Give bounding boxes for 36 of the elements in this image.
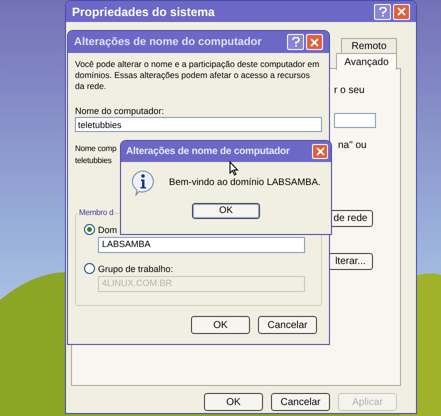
close-button[interactable] (306, 34, 323, 50)
dialog-title: Alterações de nome de computador (126, 145, 291, 159)
radio-label: Dom (98, 224, 118, 236)
tab[interactable]: Avançado (336, 53, 397, 70)
help-icon (292, 37, 300, 47)
radio-label: Grupo de trabalho: (98, 262, 174, 274)
field-label: Nome comp (75, 143, 116, 155)
change-button[interactable]: lterar... (328, 253, 373, 270)
close-button[interactable] (393, 4, 410, 20)
close-icon (397, 7, 406, 16)
tab[interactable]: Remoto (341, 38, 397, 54)
close-icon (310, 38, 319, 46)
input-field[interactable]: LABSAMBA (98, 237, 305, 253)
cancel-button[interactable]: Cancelar (258, 316, 317, 334)
partial-text: na" ou (338, 139, 367, 153)
ok-button[interactable]: OK (191, 316, 250, 334)
field-label: Nome do computador: (75, 105, 164, 117)
cancel-button[interactable]: Cancelar (271, 393, 330, 411)
close-icon (316, 147, 324, 156)
help-button[interactable] (287, 34, 304, 50)
message-text: Bem-vindo ao domínio LABSAMBA. (169, 176, 321, 190)
help-icon (378, 6, 386, 16)
radio-button[interactable] (84, 224, 95, 235)
ok-button[interactable]: OK (192, 203, 260, 219)
ok-button[interactable]: OK (204, 393, 263, 411)
input-field[interactable] (334, 113, 376, 128)
partial-text: r o seu (334, 84, 365, 98)
close-button[interactable] (312, 144, 328, 159)
full-name-text: teletubbies (75, 155, 112, 167)
description-text: Você pode alterar o nome e a participação deste computador em domínios. Essas alterações podem afetar o acesso a recursos da rede. (75, 59, 320, 92)
input-field[interactable]: teletubbies (75, 117, 322, 132)
dialog-title: Alterações de nome do computador (74, 34, 263, 50)
info-icon (131, 170, 155, 196)
window-title: Propriedades do sistema (72, 4, 216, 20)
mouse-pointer-icon (229, 161, 239, 176)
help-button[interactable] (374, 4, 391, 20)
